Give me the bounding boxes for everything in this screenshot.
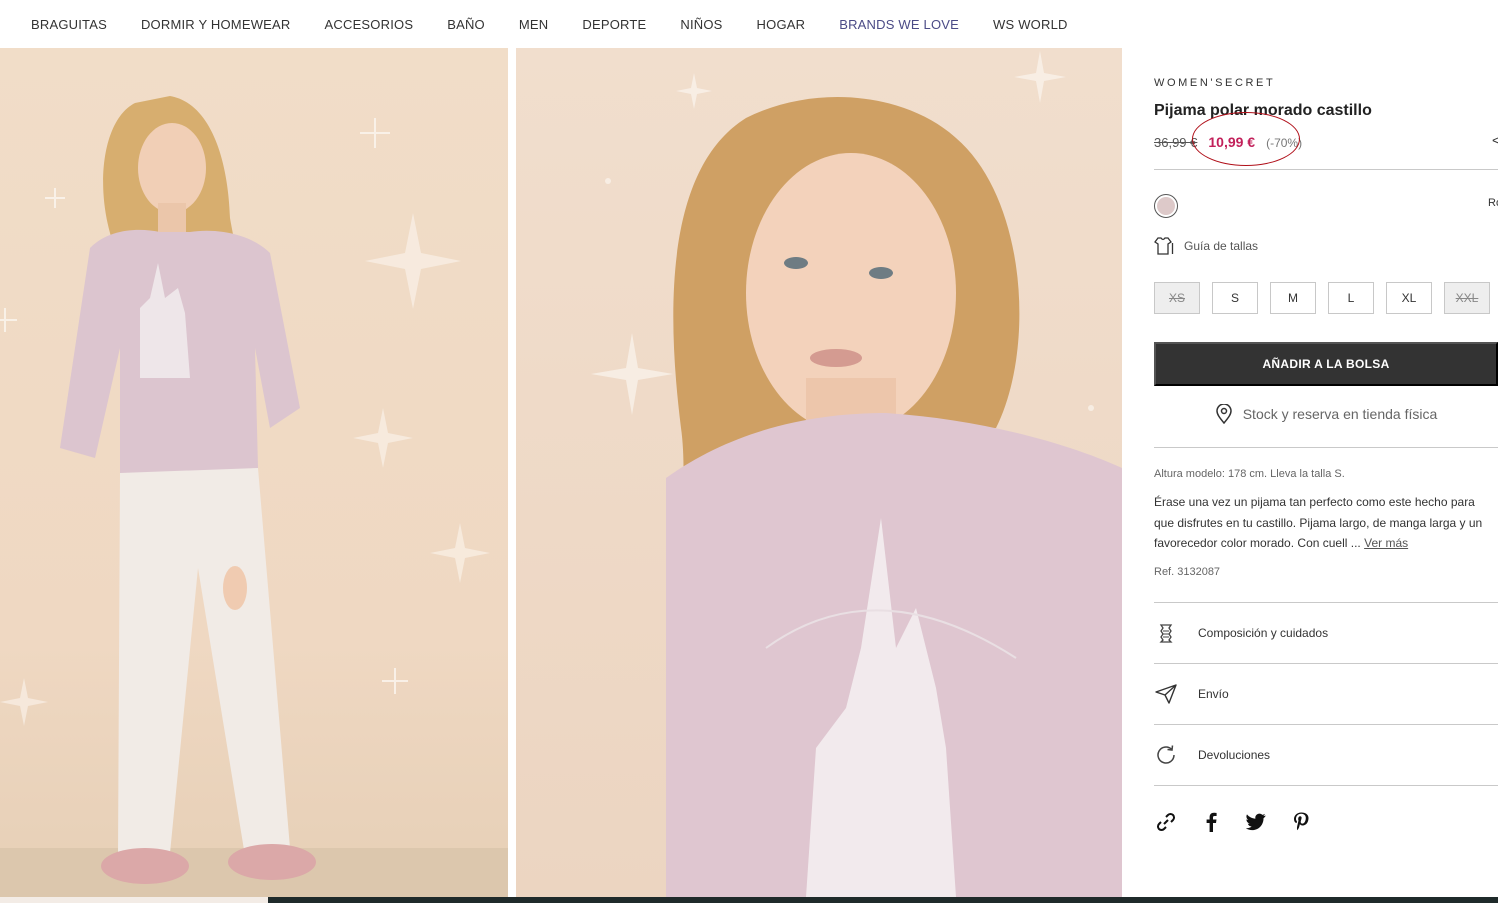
closeup-illustration xyxy=(591,51,1122,897)
brand-name: WOMEN'SECRET xyxy=(1154,77,1276,89)
size-option-m[interactable]: M xyxy=(1270,282,1316,314)
store-stock-link[interactable]: Stock y reserva en tienda física xyxy=(1154,404,1498,424)
care-label-icon xyxy=(1154,623,1178,643)
accordion-composition-label: Composición y cuidados xyxy=(1198,626,1329,640)
share-links xyxy=(1154,810,1334,834)
divider xyxy=(1154,785,1498,786)
twitter-icon[interactable] xyxy=(1244,810,1268,834)
size-selector: XS S M L XL XXL xyxy=(1154,282,1498,314)
nav-item-braguitas[interactable]: BRAGUITAS xyxy=(31,17,107,32)
nav-item-dormir-homewear[interactable]: DORMIR Y HOMEWEAR xyxy=(141,17,291,32)
link-icon[interactable] xyxy=(1154,810,1178,834)
size-guide-link[interactable]: Guía de tallas xyxy=(1154,237,1258,255)
full-body-illustration xyxy=(0,96,508,897)
old-price: 36,99 € xyxy=(1154,135,1198,150)
size-option-l[interactable]: L xyxy=(1328,282,1374,314)
pinterest-icon[interactable] xyxy=(1289,810,1313,834)
accordion-returns[interactable]: Devoluciones xyxy=(1154,725,1498,785)
size-guide-label: Guía de tallas xyxy=(1184,239,1259,253)
see-more-link[interactable]: Ver más xyxy=(1364,536,1408,550)
shirt-ruler-icon xyxy=(1154,237,1174,255)
size-option-xl[interactable]: XL xyxy=(1386,282,1432,314)
nav-item-ninos[interactable]: NIÑOS xyxy=(680,17,722,32)
send-icon xyxy=(1154,684,1178,704)
size-option-xs[interactable]: XS xyxy=(1154,282,1200,314)
top-navigation: BRAGUITAS DORMIR Y HOMEWEAR ACCESORIOS B… xyxy=(0,0,1498,48)
nav-item-hogar[interactable]: HOGAR xyxy=(757,17,806,32)
bottom-strip xyxy=(0,897,1498,903)
carousel-arrow[interactable]: < xyxy=(1492,132,1498,148)
store-stock-label: Stock y reserva en tienda física xyxy=(1242,406,1438,422)
product-description: Érase una vez un pijama tan perfecto com… xyxy=(1154,492,1498,554)
accordion-composition[interactable]: Composición y cuidados xyxy=(1154,603,1498,663)
closeup-model-photo[interactable] xyxy=(516,48,1122,897)
bottom-dark-bar xyxy=(268,897,1498,903)
color-swatch-fill xyxy=(1157,197,1175,215)
facebook-icon[interactable] xyxy=(1199,810,1223,834)
description-text: Érase una vez un pijama tan perfecto com… xyxy=(1154,495,1483,550)
nav-item-brands-we-love[interactable]: BRANDS WE LOVE xyxy=(839,17,959,32)
full-body-model-photo[interactable] xyxy=(0,48,508,897)
product-info-panel: WOMEN'SECRET Pijama polar morado castill… xyxy=(1154,48,1498,897)
size-option-s[interactable]: S xyxy=(1212,282,1258,314)
color-swatch[interactable] xyxy=(1154,194,1178,218)
nav-item-men[interactable]: MEN xyxy=(519,17,549,32)
accordion-shipping[interactable]: Envío xyxy=(1154,664,1498,724)
nav-item-ws-world[interactable]: WS WORLD xyxy=(993,17,1068,32)
refresh-icon xyxy=(1154,744,1178,766)
location-pin-icon xyxy=(1215,404,1232,424)
price-highlight-circle xyxy=(1192,112,1300,166)
nav-item-accesorios[interactable]: ACCESORIOS xyxy=(325,17,414,32)
size-option-xxl[interactable]: XXL xyxy=(1444,282,1490,314)
product-reference: Ref. 3132087 xyxy=(1154,566,1221,578)
divider xyxy=(1154,447,1498,448)
color-name: Ro xyxy=(1488,197,1498,209)
add-to-bag-button[interactable]: AÑADIR A LA BOLSA xyxy=(1154,342,1498,386)
nav-item-deporte[interactable]: DEPORTE xyxy=(582,17,646,32)
nav-item-bano[interactable]: BAÑO xyxy=(447,17,485,32)
accordion-shipping-label: Envío xyxy=(1198,687,1229,701)
accordion-returns-label: Devoluciones xyxy=(1198,748,1271,762)
divider xyxy=(1154,169,1498,170)
model-info: Altura modelo: 178 cm. Lleva la talla S. xyxy=(1154,468,1345,480)
